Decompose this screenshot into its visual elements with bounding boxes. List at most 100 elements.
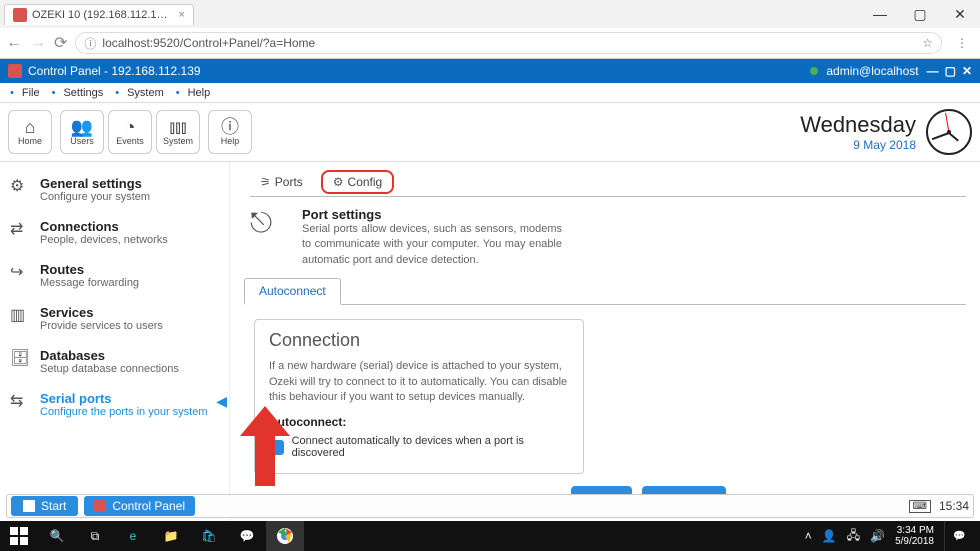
usb-icon: ⎋ — [250, 207, 290, 268]
url-text: localhost:9520/Control+Panel/?a=Home — [102, 36, 315, 50]
sidebar-item-general[interactable]: ⚙ General settingsConfigure your system — [4, 168, 225, 211]
search-button[interactable]: 🔍 — [38, 521, 76, 551]
close-button[interactable]: ✕ — [940, 0, 980, 28]
gear-icon: ⚙ — [10, 176, 30, 196]
favicon-icon — [13, 8, 27, 22]
toolbar: ⌂Home 👥Users ◔Events ⫾⫾⫾System ⓘHelp Wed… — [0, 103, 980, 162]
start-button[interactable]: Start — [11, 496, 78, 516]
connection-panel: Connection If a new hardware (serial) de… — [254, 319, 584, 474]
reload-button[interactable]: ⟳ — [54, 33, 67, 53]
system-tray: ˄ 👤 🖧 🔊 3:34 PM 5/9/2018 💬 — [805, 521, 980, 551]
sidebar-item-services[interactable]: ▥ ServicesProvide services to users — [4, 297, 225, 340]
people-icon[interactable]: 👤 — [822, 529, 837, 543]
main-tabs: ⚞Ports ⚙Config — [250, 170, 966, 197]
database-icon: 🗄 — [10, 348, 30, 368]
plug-icon: ⚞ — [260, 175, 271, 189]
port-settings-heading: Port settings — [302, 207, 562, 222]
bookmark-icon[interactable]: ☆ — [922, 36, 933, 50]
status-dot-icon — [810, 67, 818, 75]
browser-menu-icon[interactable]: ⋮ — [950, 36, 974, 50]
app-maximize-button[interactable]: ▢ — [945, 64, 956, 78]
minimize-button[interactable]: — — [860, 0, 900, 28]
sidebar-item-connections[interactable]: ⇄ ConnectionsPeople, devices, networks — [4, 211, 225, 254]
app-title: Control Panel - 192.168.112.139 — [28, 64, 201, 78]
services-icon: ▥ — [10, 305, 30, 325]
menu-system[interactable]: System — [127, 87, 164, 99]
cp-icon — [94, 500, 106, 512]
system-button[interactable]: ⫾⫾⫾System — [156, 110, 200, 154]
windows-start-button[interactable] — [0, 521, 38, 551]
main-panel: ⚞Ports ⚙Config ⎋ Port settings Serial po… — [230, 162, 980, 537]
port-settings-desc: Serial ports allow devices, such as sens… — [302, 222, 562, 268]
port-settings-info: ⎋ Port settings Serial ports allow devic… — [250, 207, 960, 268]
panel-heading: Connection — [269, 330, 569, 351]
windows-taskbar: 🔍 ⧉ e 📁 🛍 💬 ˄ 👤 🖧 🔊 3:34 PM 5/9/2018 💬 — [0, 521, 980, 551]
info-icon: ⓘ — [221, 118, 239, 136]
chat-button[interactable]: 💬 — [228, 521, 266, 551]
gear-icon: ⚙ — [333, 175, 344, 189]
subtab-autoconnect[interactable]: Autoconnect — [244, 278, 341, 305]
tray-clock[interactable]: 3:34 PM 5/9/2018 — [895, 525, 934, 547]
stats-icon: ⫾⫾⫾ — [169, 118, 186, 136]
app-bottom-bar: Start Control Panel ⌨ 15:34 — [6, 494, 974, 518]
edge-button[interactable]: e — [114, 521, 152, 551]
maximize-button[interactable]: ▢ — [900, 0, 940, 28]
browser-tab-bar: OZEKI 10 (192.168.112.1… × — ▢ ✕ — [0, 0, 980, 28]
back-button[interactable]: ← — [6, 34, 22, 52]
active-arrow-icon: ◀ — [216, 393, 227, 410]
app-body: ⚙ General settingsConfigure your system … — [0, 162, 980, 537]
connections-icon: ⇄ — [10, 219, 30, 239]
sub-tabs: Autoconnect — [244, 278, 966, 305]
url-input[interactable]: ⓘ localhost:9520/Control+Panel/?a=Home ☆ — [75, 32, 942, 54]
browser-chrome: OZEKI 10 (192.168.112.1… × — ▢ ✕ ← → ⟳ ⓘ… — [0, 0, 980, 59]
menu-bar: •File •Settings •System •Help — [0, 83, 980, 103]
browser-tab[interactable]: OZEKI 10 (192.168.112.1… × — [4, 4, 194, 25]
app-clock: 15:34 — [939, 499, 969, 513]
tab-config[interactable]: ⚙Config — [321, 170, 394, 194]
explorer-button[interactable]: 📁 — [152, 521, 190, 551]
sidebar-item-routes[interactable]: ↪ RoutesMessage forwarding — [4, 254, 225, 297]
address-bar: ← → ⟳ ⓘ localhost:9520/Control+Panel/?a=… — [0, 28, 980, 58]
app-logo-icon — [8, 64, 22, 78]
notifications-button[interactable]: 💬 — [944, 521, 974, 551]
menu-settings[interactable]: Settings — [63, 87, 103, 99]
network-icon[interactable]: 🖧 — [847, 526, 860, 547]
sidebar-item-databases[interactable]: 🗄 DatabasesSetup database connections — [4, 340, 225, 383]
grid-icon — [23, 500, 35, 512]
menu-file[interactable]: File — [22, 87, 40, 99]
tab-close-icon[interactable]: × — [179, 9, 185, 21]
sidebar-item-serial-ports[interactable]: ⇆ Serial portsConfigure the ports in you… — [4, 383, 225, 426]
serial-icon: ⇆ — [10, 391, 30, 411]
forward-button[interactable]: → — [30, 34, 46, 52]
analog-clock-icon — [926, 109, 972, 155]
autoconnect-label: Autoconnect: — [269, 415, 569, 429]
tray-up-icon[interactable]: ˄ — [805, 529, 812, 543]
home-button[interactable]: ⌂Home — [8, 110, 52, 154]
user-label[interactable]: admin@localhost — [826, 64, 918, 78]
date-text: 9 May 2018 — [800, 138, 916, 152]
checkbox-label: Connect automatically to devices when a … — [292, 435, 569, 459]
store-button[interactable]: 🛍 — [190, 521, 228, 551]
tab-ports[interactable]: ⚞Ports — [250, 170, 313, 194]
day-of-week: Wednesday — [800, 112, 916, 138]
menu-help[interactable]: Help — [188, 87, 211, 99]
app-close-button[interactable]: ✕ — [962, 64, 972, 78]
sidebar: ⚙ General settingsConfigure your system … — [0, 162, 230, 537]
chrome-button[interactable] — [266, 521, 304, 551]
users-icon: 👥 — [71, 118, 93, 136]
task-view-button[interactable]: ⧉ — [76, 521, 114, 551]
users-button[interactable]: 👥Users — [60, 110, 104, 154]
volume-icon[interactable]: 🔊 — [870, 529, 885, 543]
events-icon: ◔ — [125, 118, 136, 136]
app-minimize-button[interactable]: — — [927, 64, 939, 78]
events-button[interactable]: ◔Events — [108, 110, 152, 154]
home-icon: ⌂ — [25, 118, 36, 136]
panel-desc: If a new hardware (serial) device is att… — [269, 359, 569, 405]
task-control-panel[interactable]: Control Panel — [84, 496, 195, 516]
app-header: Control Panel - 192.168.112.139 admin@lo… — [0, 59, 980, 83]
routes-icon: ↪ — [10, 262, 30, 282]
help-button[interactable]: ⓘHelp — [208, 110, 252, 154]
site-info-icon[interactable]: ⓘ — [84, 35, 96, 52]
keyboard-icon[interactable]: ⌨ — [909, 500, 931, 513]
tab-title: OZEKI 10 (192.168.112.1… — [32, 9, 168, 21]
